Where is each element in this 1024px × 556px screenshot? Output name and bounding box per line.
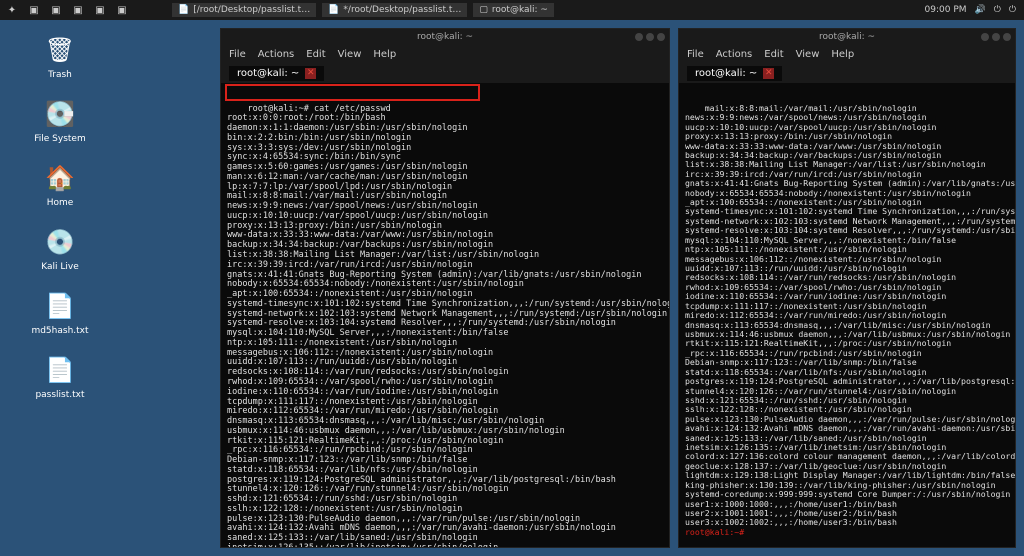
disc-icon: 💿 (42, 224, 78, 260)
browser-launcher-icon[interactable]: ▣ (92, 2, 108, 18)
terminal-left-titlebar[interactable]: root@kali: ~ (221, 29, 669, 45)
editor-icon: 📄 (328, 5, 339, 15)
maximize-icon[interactable] (992, 33, 1000, 41)
terminal-launcher-icon[interactable]: ▣ (26, 2, 42, 18)
kali-logo-icon[interactable]: ✦ (4, 2, 20, 18)
desktop-md5hash[interactable]: 📄md5hash.txt (8, 288, 112, 336)
notifications-icon[interactable]: ⏻ (994, 5, 1001, 15)
terminal-left: root@kali: ~ File Actions Edit View Help… (220, 28, 670, 548)
app-launcher-icon[interactable]: ▣ (114, 2, 130, 18)
terminal-left-body[interactable]: root@kali:~# cat /etc/passwd root:x:0:0:… (221, 83, 669, 547)
taskbar-window-editor1[interactable]: 📄[/root/Desktop/passlist.t… (172, 3, 316, 17)
editor-launcher-icon[interactable]: ▣ (70, 2, 86, 18)
menu-file[interactable]: File (687, 49, 704, 60)
terminal-icon: ▢ (479, 5, 488, 15)
menu-file[interactable]: File (229, 49, 246, 60)
trash-icon: 🗑 (42, 32, 78, 68)
clock: 09:00 PM (925, 5, 967, 15)
close-icon[interactable] (1003, 33, 1011, 41)
taskbar: ✦ ▣ ▣ ▣ ▣ ▣ 📄[/root/Desktop/passlist.t… … (0, 0, 1024, 20)
taskbar-window-terminal[interactable]: ▢root@kali: ~ (473, 3, 554, 17)
desktop: 🗑Trash 💽File System 🏠Home 💿Kali Live 📄md… (0, 20, 120, 556)
menu-edit[interactable]: Edit (306, 49, 325, 60)
menu-help[interactable]: Help (373, 49, 396, 60)
terminal-right: root@kali: ~ File Actions Edit View Help… (678, 28, 1016, 548)
desktop-passlist[interactable]: 📄passlist.txt (8, 352, 112, 400)
menu-view[interactable]: View (338, 49, 362, 60)
menu-help[interactable]: Help (831, 49, 854, 60)
terminal-prompt: root@kali:~# (685, 527, 749, 537)
menu-actions[interactable]: Actions (258, 49, 295, 60)
menu-view[interactable]: View (796, 49, 820, 60)
desktop-home[interactable]: 🏠Home (8, 160, 112, 208)
desktop-kali-live[interactable]: 💿Kali Live (8, 224, 112, 272)
highlight-root-entry (225, 84, 480, 101)
terminal-title: root@kali: ~ (819, 32, 875, 42)
files-launcher-icon[interactable]: ▣ (48, 2, 64, 18)
terminal-left-tabs: root@kali: ~✕ (221, 63, 669, 83)
desktop-filesystem[interactable]: 💽File System (8, 96, 112, 144)
terminal-title: root@kali: ~ (417, 32, 473, 42)
minimize-icon[interactable] (635, 33, 643, 41)
close-icon[interactable] (657, 33, 665, 41)
terminal-right-tabs: root@kali: ~✕ (679, 63, 1015, 83)
minimize-icon[interactable] (981, 33, 989, 41)
drive-icon: 💽 (42, 96, 78, 132)
terminal-tab[interactable]: root@kali: ~✕ (687, 66, 782, 81)
volume-icon[interactable]: 🔊 (975, 5, 986, 15)
tab-close-icon[interactable]: ✕ (305, 68, 316, 79)
tab-close-icon[interactable]: ✕ (763, 68, 774, 79)
terminal-left-menubar: File Actions Edit View Help (221, 45, 669, 63)
terminal-tab[interactable]: root@kali: ~✕ (229, 66, 324, 81)
file-icon: 📄 (42, 288, 78, 324)
home-icon: 🏠 (42, 160, 78, 196)
taskbar-window-editor2[interactable]: 📄*/root/Desktop/passlist.t… (322, 3, 467, 17)
terminal-right-menubar: File Actions Edit View Help (679, 45, 1015, 63)
terminal-right-titlebar[interactable]: root@kali: ~ (679, 29, 1015, 45)
taskbar-left: ✦ ▣ ▣ ▣ ▣ ▣ 📄[/root/Desktop/passlist.t… … (0, 2, 554, 18)
desktop-trash[interactable]: 🗑Trash (8, 32, 112, 80)
menu-actions[interactable]: Actions (716, 49, 753, 60)
terminal-right-body[interactable]: mail:x:8:8:mail:/var/mail:/usr/sbin/nolo… (679, 83, 1015, 547)
maximize-icon[interactable] (646, 33, 654, 41)
power-icon[interactable]: ⏻ (1009, 5, 1016, 15)
file-icon: 📄 (42, 352, 78, 388)
menu-edit[interactable]: Edit (764, 49, 783, 60)
editor-icon: 📄 (178, 5, 189, 15)
taskbar-right: 09:00 PM 🔊 ⏻ ⏻ (925, 5, 1024, 15)
